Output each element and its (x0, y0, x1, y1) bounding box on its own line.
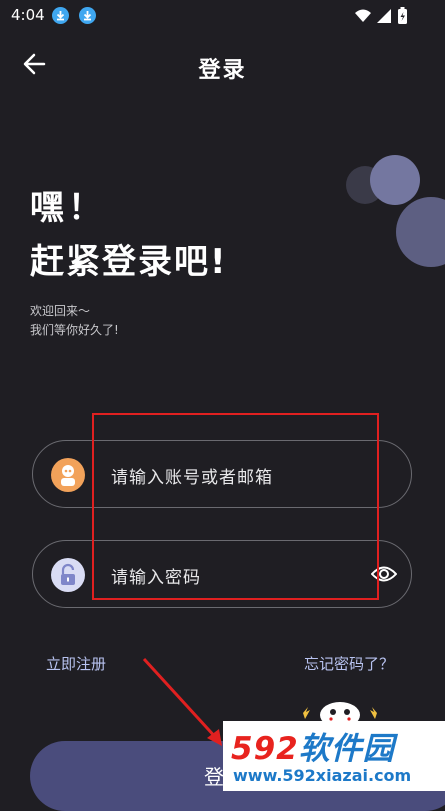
watermark-brand: 592软件园 (231, 731, 395, 767)
watermark-url: www.592xiazai.com (233, 766, 412, 785)
watermark: 592软件园 www.592xiazai.com (223, 721, 445, 791)
annotation-arrow (142, 657, 222, 746)
